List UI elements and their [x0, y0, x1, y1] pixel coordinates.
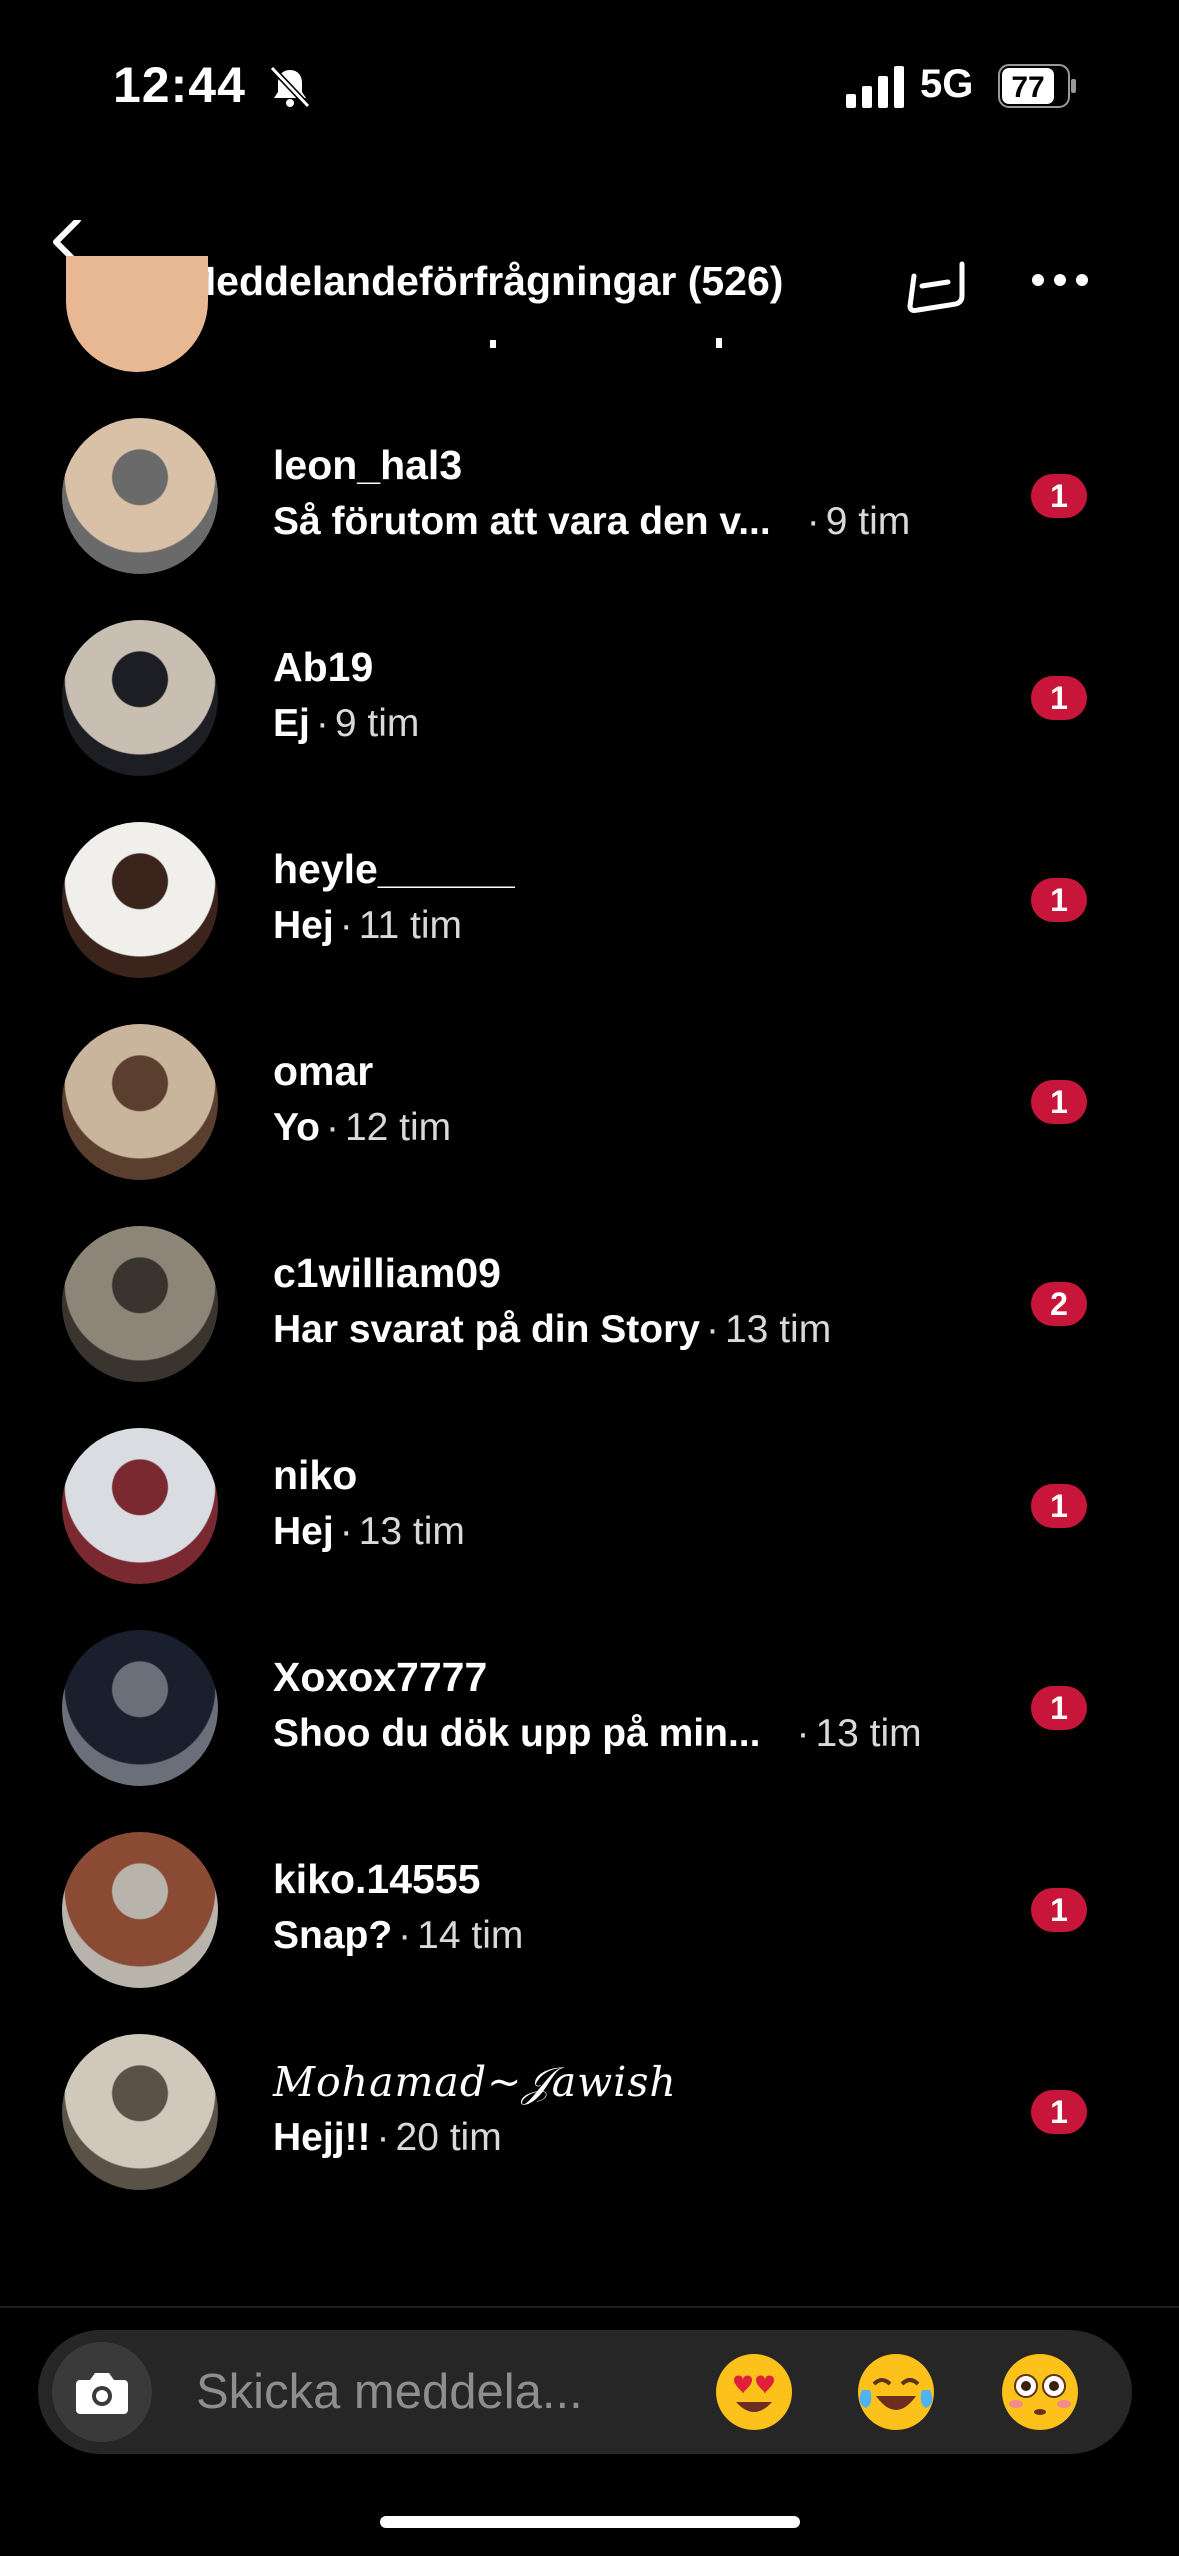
preview-text: Shoo du dök upp på min... — [273, 1712, 761, 1755]
network-type: 5G — [920, 62, 974, 106]
sender-name: omar — [273, 1048, 374, 1094]
unread-count-badge: 1 — [1031, 676, 1087, 720]
avatar[interactable] — [62, 620, 218, 776]
battery-level: 77 — [1011, 71, 1044, 104]
separator-dot: · — [339, 1510, 353, 1553]
separator-dot: · — [796, 1712, 810, 1755]
message-request-row[interactable]: niko Hej · 13 tim 1 — [0, 1428, 1179, 1628]
message-preview: Shoo du dök upp på min... · 13 tim — [273, 1712, 922, 1756]
message-request-row[interactable]: leon_hal3 Så förutom att vara den v... · 9 … — [0, 418, 1179, 618]
bell-muted-icon — [269, 65, 311, 109]
separator-dot: · — [315, 702, 329, 745]
message-preview: Ej · 9 tim — [273, 702, 419, 746]
cell-signal-icon — [846, 66, 904, 108]
message-time: 20 tim — [395, 2116, 502, 2159]
preview-text: Ej — [273, 702, 310, 745]
message-preview: Har svarat på din Story · 13 tim — [273, 1308, 831, 1352]
status-time: 12:44 — [113, 57, 246, 113]
sender-name: c1william09 — [273, 1250, 501, 1296]
message-time: 13 tim — [358, 1510, 465, 1553]
message-request-row[interactable]: kiko.14555 Snap? · 14 tim 1 — [0, 1832, 1179, 2032]
preview-text: Hej — [273, 1510, 334, 1553]
message-time: 14 tim — [417, 1914, 524, 1957]
sender-name: 𝑀𝑜ℎ𝑎𝑚𝑎𝑑~𝒥𝑎𝑤𝑖𝑠ℎ — [273, 2058, 677, 2106]
avatar[interactable] — [62, 2034, 218, 2190]
avatar[interactable] — [62, 822, 218, 978]
page-title: Meddelandeförfrågningar (526) — [182, 258, 784, 304]
preview-text: Hej — [273, 904, 334, 947]
separator-dot: · — [398, 1914, 412, 1957]
compose-icon[interactable] — [904, 256, 970, 316]
message-request-row[interactable]: Xoxox7777 Shoo du dök upp på min... · 13 ti… — [0, 1630, 1179, 1830]
avatar[interactable] — [62, 1428, 218, 1584]
sender-name: heyle______ — [273, 846, 515, 892]
message-preview: Hej · 13 tim — [273, 1510, 465, 1554]
separator-dot: · — [339, 904, 353, 947]
message-request-row[interactable]: Ab19 Ej · 9 tim 1 — [0, 620, 1179, 820]
unread-count-badge: 1 — [1031, 1484, 1087, 1528]
truncated-preview-fragment — [490, 338, 722, 348]
preview-text: Yo — [273, 1106, 320, 1149]
unread-count-badge: 1 — [1031, 1080, 1087, 1124]
sender-name: Xoxox7777 — [273, 1654, 488, 1700]
message-composer[interactable]: Skicka meddela... — [38, 2330, 1132, 2454]
sender-name: kiko.14555 — [273, 1856, 481, 1902]
separator-dot: · — [325, 1106, 339, 1149]
home-indicator — [380, 2516, 800, 2528]
flushed-emoji-icon[interactable] — [998, 2350, 1082, 2434]
avatar[interactable] — [62, 1832, 218, 1988]
message-time: 13 tim — [815, 1712, 922, 1755]
sender-name: leon_hal3 — [273, 442, 463, 488]
preview-text: Snap? — [273, 1914, 393, 1957]
separator-dot: · — [705, 1308, 719, 1351]
avatar[interactable] — [62, 1024, 218, 1180]
message-time: 13 tim — [724, 1308, 832, 1351]
message-time: 12 tim — [344, 1106, 452, 1149]
unread-count-badge: 1 — [1031, 878, 1087, 922]
bottom-divider — [0, 2306, 1179, 2308]
message-time: 9 tim — [334, 702, 420, 745]
message-request-row[interactable]: c1william09 Har svarat på din Story · 13 ti… — [0, 1226, 1179, 1426]
unread-count-badge: 1 — [1031, 1888, 1087, 1932]
more-options-icon[interactable] — [1030, 270, 1090, 290]
camera-button[interactable] — [52, 2342, 152, 2442]
message-preview: Snap? · 14 tim — [273, 1914, 523, 1958]
avatar[interactable] — [62, 1630, 218, 1786]
message-request-row[interactable]: heyle______ Hej · 11 tim 1 — [0, 822, 1179, 1022]
avatar[interactable] — [62, 418, 218, 574]
unread-count-badge: 1 — [1031, 1686, 1087, 1730]
separator-dot: · — [806, 500, 820, 543]
message-preview: Hejj!! · 20 tim — [273, 2116, 502, 2160]
message-request-row[interactable]: 𝑀𝑜ℎ𝑎𝑚𝑎𝑑~𝒥𝑎𝑤𝑖𝑠ℎ Hejj!! · 20 tim 1 — [0, 2034, 1179, 2234]
tears-of-joy-emoji-icon[interactable] — [854, 2350, 938, 2434]
heart-eyes-emoji-icon[interactable] — [712, 2350, 796, 2434]
sender-name: Ab19 — [273, 644, 374, 690]
message-time: 11 tim — [358, 904, 463, 947]
separator-dot: · — [376, 2116, 390, 2159]
message-preview: Yo · 12 tim — [273, 1106, 451, 1150]
status-bar: 12:44 5G 77 — [0, 0, 1179, 170]
message-preview: Hej · 11 tim — [273, 904, 462, 948]
message-preview: Så förutom att vara den v... · 9 tim — [273, 500, 910, 544]
unread-count-badge: 1 — [1031, 2090, 1087, 2134]
preview-text: Har svarat på din Story — [273, 1308, 700, 1351]
battery-icon: 77 — [998, 64, 1076, 108]
unread-count-badge: 1 — [1031, 474, 1087, 518]
preview-text: Så förutom att vara den v... — [273, 500, 771, 543]
preview-text: Hejj!! — [273, 2116, 371, 2159]
avatar[interactable] — [62, 1226, 218, 1382]
camera-icon — [76, 2373, 128, 2414]
message-input[interactable]: Skicka meddela... — [196, 2364, 583, 2420]
unread-count-badge: 2 — [1031, 1282, 1087, 1326]
sender-name: niko — [273, 1452, 358, 1498]
message-time: 9 tim — [825, 500, 911, 543]
message-request-row[interactable]: omar Yo · 12 tim 1 — [0, 1024, 1179, 1224]
